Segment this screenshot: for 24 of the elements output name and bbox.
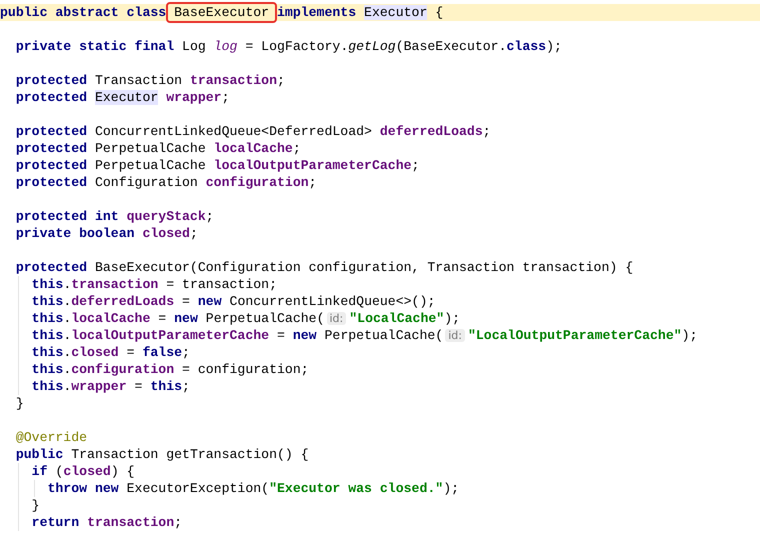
code-line: protected int queryStack; xyxy=(14,208,215,225)
code-line: public Transaction getTransaction() { xyxy=(14,446,310,463)
code-line: private boolean closed; xyxy=(14,225,199,242)
code-line: this.localOutputParameterCache = new PerpetualCache( id: "LocalOutputParameterCache"); xyxy=(0,327,760,344)
code-line: this.transaction = transaction; xyxy=(0,276,760,293)
code-line: protected Executor wrapper; xyxy=(14,89,231,106)
code-line: } xyxy=(14,395,25,412)
code-line: this.closed = false; xyxy=(0,344,760,361)
code-line: } xyxy=(0,497,760,514)
code-line: private static final Log log = LogFactory.getLog(BaseExecutor.class); xyxy=(14,38,563,55)
code-line: return transaction; xyxy=(0,514,760,531)
code-line: if (closed) { xyxy=(0,463,760,480)
code-line: protected Transaction transaction; xyxy=(14,72,286,89)
code-line: @Override xyxy=(14,429,88,446)
code-line: throw new ExecutorException("Executor was closed."); xyxy=(0,480,760,497)
code-line: this.configuration = configuration; xyxy=(0,361,760,378)
code-line: protected PerpetualCache localOutputParameterCache; xyxy=(14,157,420,174)
code-line: protected ConcurrentLinkedQueue<DeferredLoad> deferredLoads; xyxy=(14,123,492,140)
code-line: protected BaseExecutor(Configuration configuration, Transaction transaction) { xyxy=(14,259,634,276)
code-line: this.deferredLoads = new ConcurrentLinkedQueue<>(); xyxy=(0,293,760,310)
code-line: this.localCache = new PerpetualCache( id: "LocalCache"); xyxy=(0,310,760,327)
code-line: protected PerpetualCache localCache; xyxy=(14,140,302,157)
code-line: this.wrapper = this; xyxy=(0,378,760,395)
code-line: protected Configuration configuration; xyxy=(14,174,318,191)
